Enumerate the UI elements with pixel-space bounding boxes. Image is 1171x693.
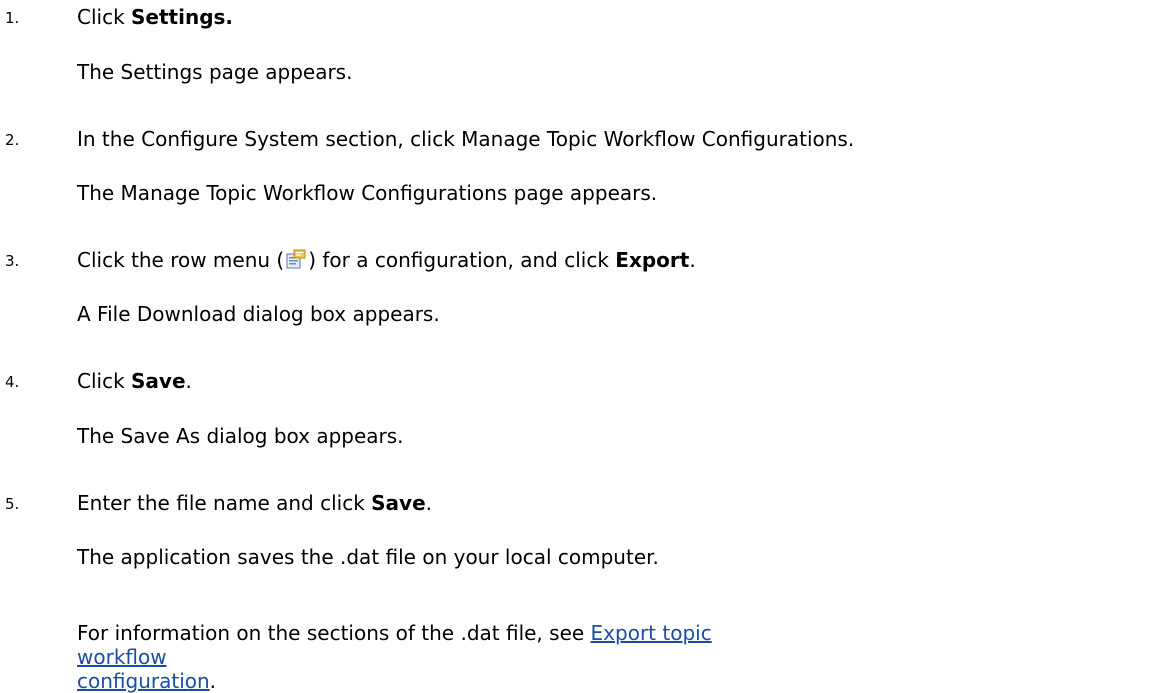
step-action-text: Click the row menu ( [77,248,285,272]
step-result: The Manage Topic Workflow Configurations… [77,181,658,205]
step-action-text: ) for a configuration, and click [308,248,616,272]
step-number: 1. [5,9,20,27]
step-result: The Save As dialog box appears. [77,424,404,448]
step-number: 2. [5,131,20,149]
step-number: 4. [5,373,20,391]
step-note-text: For information on the sections of the .… [77,621,591,645]
step-action-text: Click [77,369,132,393]
step-action: Click the row menu ( ) for a configurati… [77,248,696,272]
step-action: Click Save. [77,369,192,393]
step-number: 5. [5,495,20,513]
ui-term-export: Export [615,248,690,272]
step-action-text: Click [77,5,132,29]
row-menu-icon [286,249,306,269]
step-action: In the Configure System section, click M… [77,127,855,151]
step-note-text: . [209,669,217,693]
step-action-text: Enter the file name and click [77,491,372,515]
step-action-text: . [425,491,433,515]
step-action: Click Settings. [77,5,233,29]
ui-term-settings: Settings. [131,5,234,29]
step-number: 3. [5,252,20,270]
procedure-steps: 1. Click Settings. The Settings page app… [0,0,1171,693]
step-action-text: . [185,369,192,393]
step-action-text: . [689,248,696,272]
step-result: The Settings page appears. [77,60,353,84]
ui-term-save: Save [371,491,426,515]
step-result: The application saves the .dat file on y… [77,545,659,569]
link-text: configuration [77,669,210,693]
ui-term-save: Save [131,369,186,393]
step-result: A File Download dialog box appears. [77,302,440,326]
step-note: For information on the sections of the .… [77,621,777,693]
step-action: Enter the file name and click Save. [77,491,432,515]
